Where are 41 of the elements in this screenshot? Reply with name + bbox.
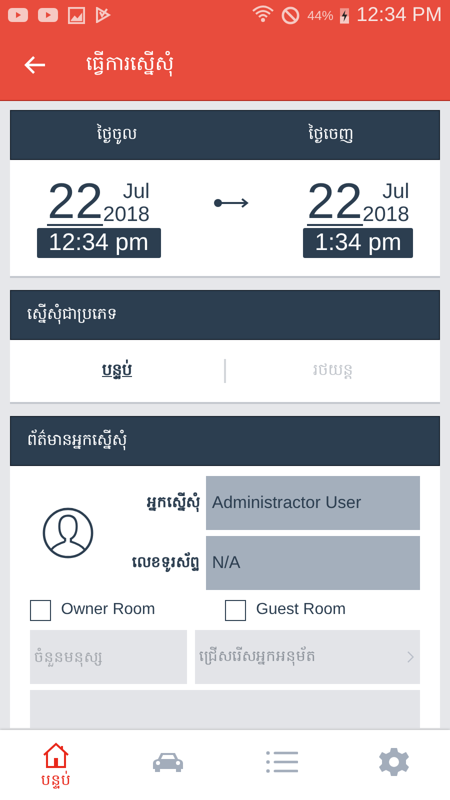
- list-icon: [266, 751, 298, 773]
- check-flag-icon: [95, 7, 111, 23]
- person-icon: [42, 507, 94, 559]
- readonly-field: Administractor User: [206, 476, 420, 530]
- section-title: ស្នើសុំជាប្រភេទ: [27, 303, 117, 326]
- date-month: Jul: [382, 180, 410, 203]
- settings-icon: [379, 747, 410, 777]
- car-icon: [152, 751, 184, 773]
- time-button[interactable]: 12:34 pm: [36, 228, 161, 258]
- battery-icon: [340, 6, 350, 24]
- date-year: 2018: [103, 203, 150, 226]
- date-month: Jul: [122, 180, 150, 203]
- type-tab[interactable]: បន្ទប់: [100, 357, 134, 385]
- field-label: អ្នកស្នើសុំ: [146, 492, 200, 514]
- image-icon: [68, 6, 85, 24]
- arrow-icon: [214, 197, 250, 209]
- battery-percent: 44%: [307, 8, 334, 22]
- screen-title: ធ្វើការស្នើសុំ: [86, 50, 174, 78]
- date-heading: ថ្ងៃចូល: [96, 123, 137, 146]
- input-field[interactable]: ចំនួនមនុស្ស: [30, 630, 187, 684]
- section-title: ព័ត៌មានអ្នកស្នើសុំ: [27, 429, 127, 452]
- checkbox[interactable]: [30, 600, 51, 620]
- status-time: 12:34 PM: [356, 4, 442, 26]
- checkbox[interactable]: [225, 600, 246, 620]
- back-arrow-icon: [24, 55, 46, 75]
- checkbox-label: Owner Room: [61, 601, 156, 619]
- time-button[interactable]: 1:34 pm: [302, 228, 414, 258]
- video-icon: [38, 8, 58, 22]
- nav-tab[interactable]: បន្ទប់: [34, 730, 77, 794]
- home-icon: [40, 742, 71, 768]
- checkbox-label: Guest Room: [256, 601, 346, 619]
- wifi-icon: [252, 5, 274, 25]
- date-day[interactable]: 22: [47, 178, 104, 226]
- date-year: 2018: [362, 203, 410, 226]
- video-icon: [8, 8, 28, 22]
- readonly-field: N/A: [206, 536, 420, 590]
- field-label: លេខទូរស័ព្ទ: [131, 552, 200, 574]
- block-icon: [281, 6, 300, 24]
- date-day[interactable]: 22: [306, 178, 363, 226]
- date-heading: ថ្ងៃចេញ: [308, 123, 354, 145]
- chevron-right-icon: [407, 651, 414, 663]
